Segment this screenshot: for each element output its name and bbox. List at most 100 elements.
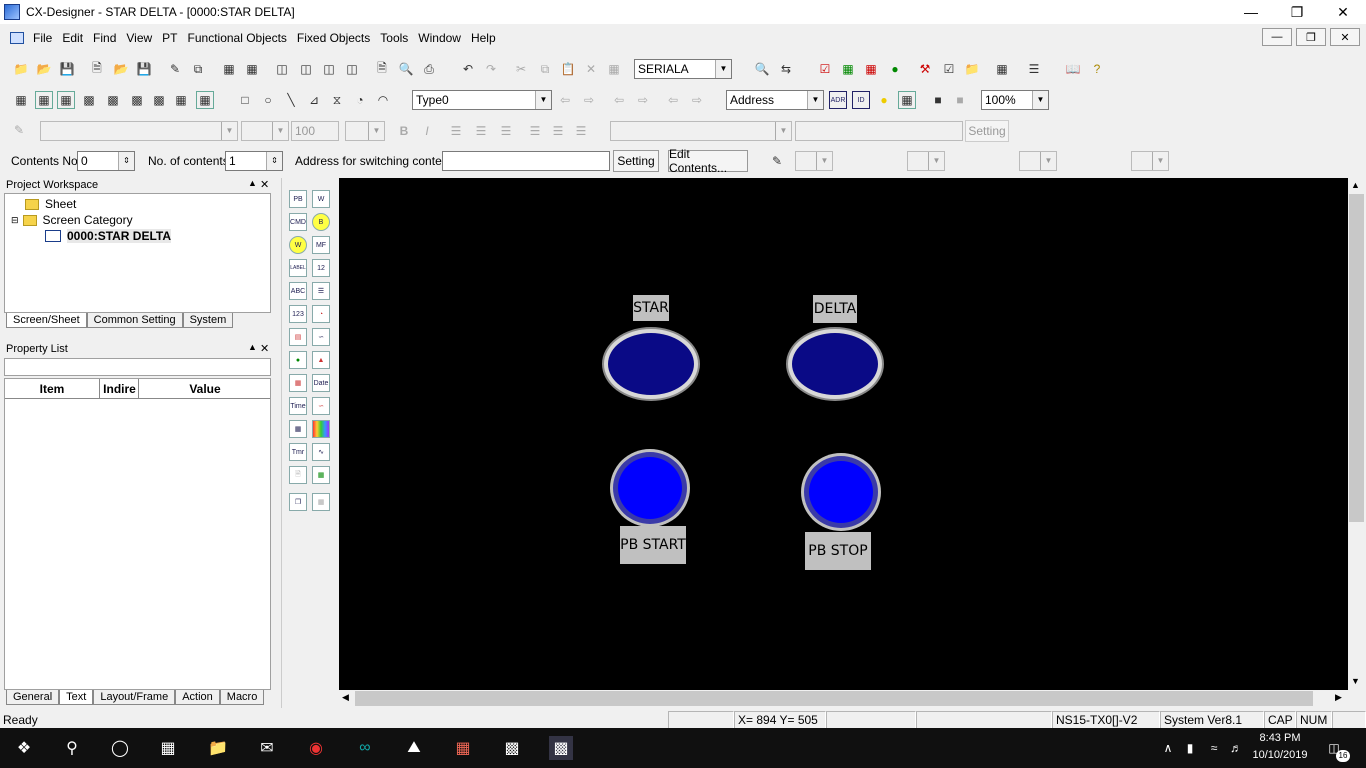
close-button[interactable]: ✕ [1320, 0, 1366, 24]
powerpoint-icon[interactable]: ▦ [451, 736, 475, 760]
contents-combo-4[interactable]: ▼ [1131, 151, 1169, 171]
column-item[interactable]: Item [5, 379, 100, 399]
help-icon[interactable]: ? [1088, 60, 1106, 78]
font-name-combo[interactable]: ▼ [40, 121, 238, 141]
chevron-down-icon[interactable]: ▼ [368, 122, 384, 140]
valign-bottom-icon[interactable]: ☰ [572, 122, 590, 140]
column-indire[interactable]: Indire [101, 379, 139, 399]
doc-minimize-button[interactable]: — [1262, 28, 1292, 46]
align-left-icon[interactable]: ☰ [447, 122, 465, 140]
chrome-icon[interactable]: ◉ [304, 736, 328, 760]
symbol-table-icon[interactable]: ▦ [862, 60, 880, 78]
label-tool-icon[interactable]: LABEL [289, 259, 307, 277]
photos-icon[interactable]: ⛰ [402, 736, 426, 760]
multifunction-tool-icon[interactable]: MF [312, 236, 330, 254]
scroll-left-icon[interactable]: ◀ [342, 692, 349, 703]
minimize-button[interactable]: — [1228, 0, 1274, 24]
grid-tool-icon[interactable]: ▦ [312, 493, 330, 511]
bitmap-tool-icon[interactable]: ● [289, 351, 307, 369]
wave-tool-icon[interactable]: ∿ [312, 443, 330, 461]
frame-icon[interactable]: ▩ [80, 91, 98, 109]
transfer-icon[interactable]: ◫ [273, 60, 291, 78]
scroll-up-icon[interactable]: ▲ [1351, 180, 1360, 190]
video-tool-icon[interactable]: ▦ [312, 466, 330, 484]
spin-icon[interactable]: ⇕ [118, 152, 134, 170]
horizontal-scrollbar[interactable]: ◀ ▶ [339, 690, 1348, 707]
star-label[interactable]: STAR [633, 295, 669, 321]
open-project-icon[interactable]: 📂 [35, 60, 53, 78]
word-lamp-tool-icon[interactable]: W [289, 236, 307, 254]
find-icon[interactable]: 🔍 [753, 60, 771, 78]
align-center-icon[interactable]: ☰ [472, 122, 490, 140]
tab-macro[interactable]: Macro [219, 690, 265, 705]
string-display-tool-icon[interactable]: ABC [289, 282, 307, 300]
clock-time[interactable]: 8:43 PM [1252, 732, 1308, 744]
font-style-combo[interactable]: ▼ [241, 121, 289, 141]
trend-tool-icon[interactable]: ∽ [312, 397, 330, 415]
chevron-down-icon[interactable]: ▼ [1032, 91, 1048, 109]
menu-help[interactable]: Help [466, 31, 501, 45]
frame-tool-icon[interactable]: ❐ [289, 493, 307, 511]
open-icon[interactable]: 📂 [112, 60, 130, 78]
level-meter-tool-icon[interactable]: ▤ [289, 328, 307, 346]
chevron-down-icon[interactable]: ▼ [535, 91, 551, 109]
chevron-down-icon[interactable]: ▼ [715, 60, 731, 78]
broken-line-tool-icon[interactable]: ∽ [312, 328, 330, 346]
bit-lamp-tool-icon[interactable]: B [312, 213, 330, 231]
select-all-icon[interactable]: ▦ [605, 60, 623, 78]
transfer-from-pt-icon[interactable]: ◫ [320, 60, 338, 78]
replace-icon[interactable]: ⇆ [777, 60, 795, 78]
pb-stop-label[interactable]: PB STOP [805, 532, 871, 570]
print-icon[interactable]: ⎙ [420, 60, 438, 78]
black-square-icon[interactable]: ■ [929, 91, 947, 109]
layer-icon[interactable]: ▦ [57, 91, 75, 109]
tab-system[interactable]: System [182, 313, 234, 328]
tools-icon[interactable]: ⚒ [916, 60, 934, 78]
polyline-icon[interactable]: ⊿ [305, 91, 323, 109]
document-icon[interactable]: 🗎 [373, 60, 391, 78]
image-icon[interactable]: ▩ [128, 91, 146, 109]
list-selector-tool-icon[interactable]: ☰ [312, 282, 330, 300]
page-next-icon[interactable]: ⇨ [634, 91, 652, 109]
save-all-icon[interactable]: 💾 [58, 60, 76, 78]
manual-icon[interactable]: 📖 [1064, 60, 1082, 78]
tree-item-screen[interactable]: 0000:STAR DELTA [45, 229, 172, 243]
polygon-icon[interactable]: ⧖ [328, 91, 346, 109]
contents-setting-button[interactable]: Setting [613, 150, 659, 172]
valign-middle-icon[interactable]: ☰ [549, 122, 567, 140]
maximize-button[interactable]: ❐ [1274, 0, 1320, 24]
vertical-scrollbar[interactable]: ▲ ▼ [1348, 178, 1365, 690]
timer-tool-icon[interactable]: Tmr [289, 443, 307, 461]
bar-graph-tool-icon[interactable] [312, 420, 330, 438]
address-combo[interactable]: Address ▼ [726, 90, 824, 110]
close-icon[interactable]: ✕ [260, 342, 269, 355]
menu-functional-objects[interactable]: Functional Objects [183, 31, 292, 45]
new-screen-icon[interactable]: 🗎 [88, 60, 106, 78]
bold-icon[interactable]: B [395, 122, 413, 140]
grid-icon[interactable]: ▦ [35, 91, 53, 109]
thumbwheel-tool-icon[interactable]: 123 [289, 305, 307, 323]
cx-designer-taskbar-icon[interactable]: ▩ [549, 736, 573, 760]
format-painter-icon[interactable]: ✎ [10, 121, 28, 139]
compare-icon[interactable]: ◫ [343, 60, 361, 78]
italic-icon[interactable]: I [418, 122, 436, 140]
line-icon[interactable]: ╲ [282, 91, 300, 109]
clock-date[interactable]: 10/10/2019 [1252, 749, 1308, 761]
edit-icon[interactable]: ✎ [166, 60, 184, 78]
frame-next-icon[interactable]: ⇨ [688, 91, 706, 109]
menu-file[interactable]: File [28, 31, 57, 45]
transfer-to-pt-icon[interactable]: ◫ [297, 60, 315, 78]
menu-fixed-objects[interactable]: Fixed Objects [292, 31, 375, 45]
tab-common-setting[interactable]: Common Setting [86, 313, 183, 328]
snap-icon[interactable]: ▦ [196, 91, 214, 109]
document-tool-icon[interactable]: 🗎 [289, 466, 307, 484]
port-combo[interactable]: SERIALA ▼ [634, 59, 732, 79]
id-icon[interactable]: ID [852, 91, 870, 109]
text-attr-field[interactable] [795, 121, 963, 141]
pb-start-button[interactable] [613, 452, 687, 524]
cortana-icon[interactable]: ◯ [108, 736, 132, 760]
address-table-icon[interactable]: ▦ [839, 60, 857, 78]
windows-start-icon[interactable]: ❖ [12, 736, 36, 760]
arduino-icon[interactable]: ∞ [353, 736, 377, 760]
task-view-icon[interactable]: ▦ [156, 736, 180, 760]
